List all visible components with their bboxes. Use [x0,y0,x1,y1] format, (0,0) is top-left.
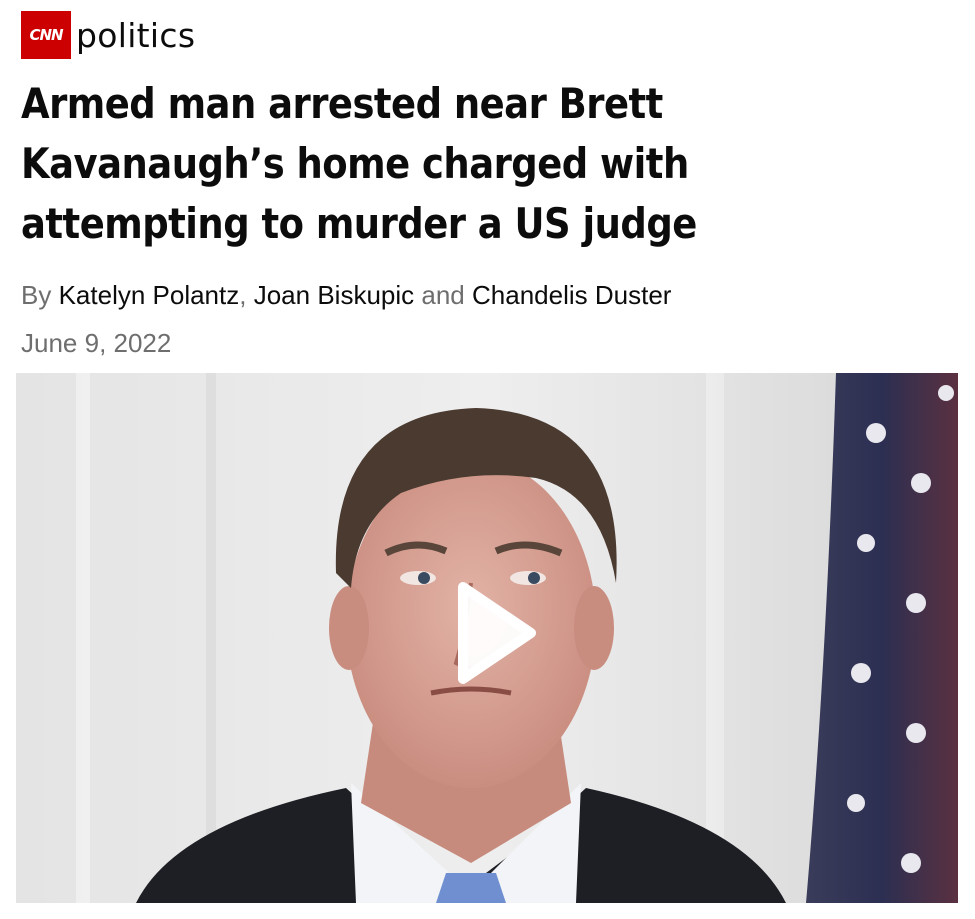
play-icon[interactable] [431,573,551,693]
byline-conjunction: and [421,280,465,310]
publish-date: June 9, 2022 [21,328,172,358]
author-link[interactable]: Chandelis Duster [472,280,671,310]
byline-separator: , [239,280,247,310]
author-link[interactable]: Katelyn Polantz [59,280,240,310]
video-player[interactable] [16,373,958,903]
headline: Armed man arrested near Brett Kavanaugh’… [21,79,697,248]
cnn-logo-text: CNN [29,26,63,44]
byline: By Katelyn Polantz, Joan Biskupic and Ch… [21,280,671,311]
section-label[interactable]: politics [76,19,195,52]
author-link[interactable]: Joan Biskupic [254,280,414,310]
brand[interactable]: CNN politics [21,11,195,59]
cnn-logo[interactable]: CNN [21,11,71,59]
byline-prefix: By [21,280,52,310]
